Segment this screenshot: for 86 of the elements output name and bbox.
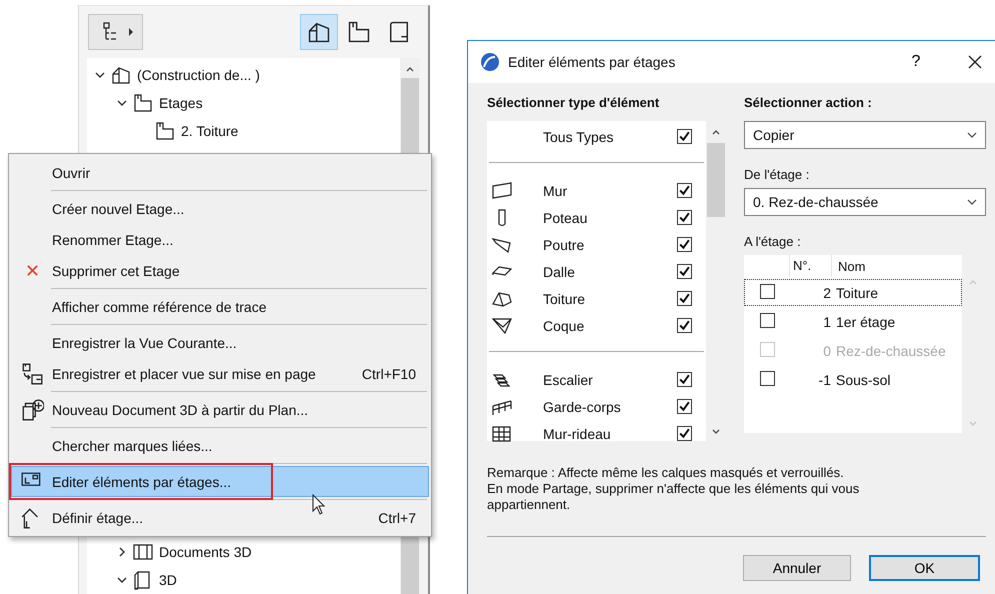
element-type-label: Tous Types — [543, 128, 615, 144]
story-name: Sous-sol — [835, 372, 890, 388]
chevron-icon[interactable] — [117, 98, 127, 108]
checkbox[interactable] — [760, 370, 775, 386]
column-header[interactable]: Nom — [832, 258, 866, 274]
menu-item[interactable]: Enregistrer la Vue Courante... — [11, 327, 429, 358]
checkbox[interactable] — [677, 372, 692, 387]
element-type-label: Garde-corps — [543, 398, 622, 414]
tree-item[interactable]: Documents 3D — [159, 544, 252, 560]
menu-item[interactable]: Nouveau Document 3D à partir du Plan... — [11, 394, 429, 425]
save-view-icon — [20, 362, 44, 386]
element-type-label: Coque — [543, 318, 586, 334]
checkbox[interactable] — [677, 129, 692, 144]
story-row[interactable]: -1 Sous-sol — [744, 366, 962, 393]
dropdown-chevron-icon — [967, 197, 977, 207]
dropdown-chevron-icon — [967, 130, 977, 140]
cursor-icon — [312, 494, 326, 516]
menu-item[interactable]: Editer éléments par étages... — [11, 466, 429, 497]
menu-item[interactable]: Afficher comme référence de trace — [11, 291, 429, 322]
chevron-icon[interactable] — [95, 70, 105, 80]
shortcut-text: Ctrl+F10 — [362, 366, 416, 382]
window-title: Editer éléments par étages — [508, 54, 676, 70]
section-heading: Sélectionner type d'élément — [487, 95, 660, 112]
tree-item[interactable]: 3D — [159, 572, 177, 588]
delete-icon — [26, 264, 38, 277]
triangle-icon — [128, 27, 134, 37]
menu-item[interactable]: Ouvrir — [11, 157, 429, 188]
element-type-label: Mur — [543, 182, 568, 198]
view-button[interactable] — [300, 14, 338, 50]
field-label: De l'étage : — [744, 167, 810, 182]
menu-item[interactable]: Enregistrer et placer vue sur mise en page Ctrl+F10 — [11, 358, 429, 389]
tree-item[interactable]: (Construction de... ) — [137, 67, 260, 83]
ok-button[interactable]: OK — [869, 555, 980, 581]
menu-item[interactable]: Renommer Etage... — [11, 224, 429, 255]
floor-plan-icon — [346, 19, 372, 45]
chevron-icon[interactable] — [117, 547, 127, 557]
floor-plan-icon — [132, 92, 154, 114]
action-dropdown[interactable]: Copier — [744, 121, 986, 149]
checkbox[interactable] — [677, 426, 692, 441]
section-heading: Sélectionner action : — [744, 95, 873, 112]
wall-icon — [491, 180, 513, 202]
story-row[interactable]: 2 Toiture — [744, 279, 962, 306]
checkbox[interactable] — [677, 264, 692, 279]
story-number: 0 — [822, 342, 831, 358]
help-button[interactable]: ? — [896, 53, 936, 71]
element-type-label: Dalle — [543, 264, 576, 280]
add-document-icon — [20, 398, 44, 422]
element-type-label: Poutre — [543, 236, 586, 252]
close-icon[interactable] — [968, 55, 982, 69]
element-type-label: Toiture — [543, 290, 586, 306]
element-type-label: Escalier — [543, 372, 594, 388]
story-number: 2 — [822, 284, 831, 300]
app-logo-icon — [480, 52, 500, 72]
remark-text: Remarque : Affecte même les calques masqués et verrouillés. — [487, 465, 845, 481]
column-header[interactable]: N°. — [790, 255, 832, 277]
story-dropdown[interactable]: 0. Rez-de-chaussée — [744, 188, 986, 216]
checkbox[interactable] — [760, 284, 775, 298]
menu-item[interactable]: Définir étage... Ctrl+7 — [11, 502, 429, 533]
element-type-label: Mur-rideau — [543, 426, 612, 442]
story-row[interactable]: 1 1er étage — [744, 308, 962, 335]
checkbox[interactable] — [677, 183, 692, 198]
checkbox[interactable] — [677, 291, 692, 306]
menu-item[interactable]: Chercher marques liées... — [11, 430, 429, 461]
checkbox[interactable] — [677, 210, 692, 225]
checkbox[interactable] — [760, 312, 775, 328]
shortcut-text: Ctrl+7 — [378, 510, 416, 526]
remark-text: En mode Partage, supprimer n'affecte que les éléments qui vous appartiennent. — [487, 481, 860, 513]
tree-item[interactable]: Etages — [159, 95, 203, 111]
story-name: 1er étage — [835, 314, 896, 330]
tree-item[interactable]: 2. Toiture — [181, 123, 238, 139]
floor-plan-icon — [154, 120, 176, 142]
story-number: 1 — [822, 314, 831, 330]
story-name: Toiture — [835, 284, 878, 300]
menu-item[interactable]: Supprimer cet Etage — [11, 255, 429, 286]
checkbox[interactable] — [677, 237, 692, 252]
menu-item[interactable]: Créer nouvel Etage... — [11, 193, 429, 224]
checkbox[interactable] — [677, 318, 692, 333]
field-label: A l'étage : — [744, 234, 802, 249]
story-number: -1 — [818, 372, 831, 388]
story-name: Rez-de-chaussée — [835, 342, 946, 358]
element-type-label: Poteau — [543, 210, 588, 226]
scroll-thumb[interactable] — [707, 143, 725, 217]
chevron-icon[interactable] — [117, 575, 127, 585]
navigator-menu-button[interactable] — [88, 14, 143, 50]
cancel-button[interactable]: Annuler — [743, 555, 851, 581]
checkbox[interactable] — [677, 399, 692, 414]
